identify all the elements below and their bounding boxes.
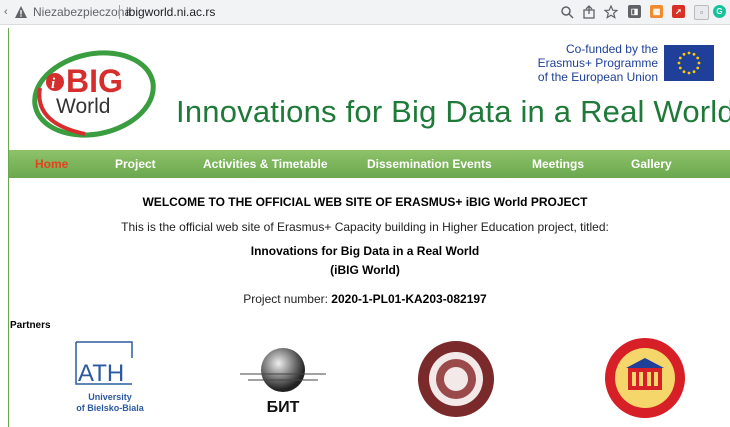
share-icon[interactable] bbox=[582, 5, 596, 19]
extension-icon[interactable]: ◨ bbox=[628, 5, 641, 18]
bookmark-star-icon[interactable] bbox=[604, 5, 618, 19]
svg-text:БИТ: БИТ bbox=[267, 399, 300, 416]
partners-heading: Partners bbox=[10, 320, 51, 331]
edge-glyph: ‹ bbox=[4, 6, 8, 18]
extension-icon[interactable]: ▦ bbox=[650, 5, 663, 18]
security-label[interactable]: Niezabezpieczona bbox=[33, 5, 131, 19]
svg-text:of Bielsko-Biala: of Bielsko-Biala bbox=[76, 403, 145, 413]
divider bbox=[119, 5, 120, 19]
extension-icon[interactable]: ▫ bbox=[694, 5, 709, 20]
project-number: Project number: 2020-1-PL01-KA203-082197 bbox=[0, 292, 730, 306]
extension-icon[interactable]: ➚ bbox=[672, 5, 685, 18]
project-abbreviation: (iBIG World) bbox=[330, 263, 400, 277]
zoom-icon[interactable] bbox=[560, 5, 574, 19]
partner-ath-logo[interactable]: ATH University of Bielsko-Biala bbox=[66, 338, 154, 418]
svg-text:BIG: BIG bbox=[66, 63, 123, 99]
svg-text:University: University bbox=[88, 392, 132, 402]
eu-flag-logo bbox=[664, 45, 714, 81]
intro-text: This is the official web site of Erasmus… bbox=[121, 220, 609, 234]
browser-address-bar: ‹ Niezabezpieczona ibigworld.ni.ac.rs ◨ … bbox=[0, 0, 730, 25]
nav-gallery[interactable]: Gallery bbox=[631, 157, 672, 171]
project-title: Innovations for Big Data in a Real World bbox=[250, 244, 480, 258]
nav-meetings[interactable]: Meetings bbox=[532, 157, 584, 171]
nav-project[interactable]: Project bbox=[115, 157, 156, 171]
warning-icon[interactable] bbox=[14, 5, 28, 19]
project-number-label: Project number: bbox=[243, 292, 332, 306]
ibig-world-logo[interactable]: i BIG World bbox=[30, 48, 170, 138]
svg-text:World: World bbox=[56, 95, 110, 118]
nav-dissemination-events[interactable]: Dissemination Events bbox=[367, 157, 492, 171]
partner-bit-logo[interactable]: БИТ bbox=[238, 344, 328, 418]
main-nav: Home Project Activities & Timetable Diss… bbox=[9, 150, 730, 178]
nav-activities-timetable[interactable]: Activities & Timetable bbox=[203, 157, 328, 171]
cofunded-text: Co-funded by the Erasmus+ Programme of t… bbox=[537, 42, 658, 84]
partner-kyiv-university-seal[interactable] bbox=[604, 336, 686, 420]
extension-icon[interactable]: G bbox=[713, 5, 726, 18]
svg-text:ATH: ATH bbox=[78, 360, 124, 387]
welcome-heading: WELCOME TO THE OFFICIAL WEB SITE OF ERAS… bbox=[142, 195, 588, 209]
project-number-value: 2020-1-PL01-KA203-082197 bbox=[331, 292, 487, 306]
site-title: Innovations for Big Data in a Real World bbox=[176, 94, 730, 129]
partner-nis-university-seal[interactable] bbox=[416, 338, 496, 420]
nav-home[interactable]: Home bbox=[35, 157, 68, 171]
url-input[interactable]: ibigworld.ni.ac.rs bbox=[126, 5, 215, 19]
